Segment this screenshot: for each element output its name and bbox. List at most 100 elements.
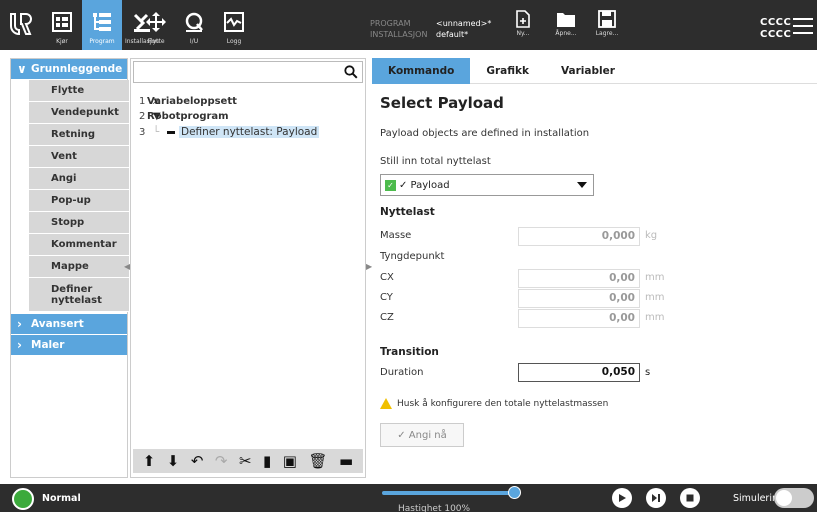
panel-tabs: Kommando Grafikk Variabler [372, 58, 817, 84]
tree-node-set-payload[interactable]: 3 └ Definer nyttelast: Payload [139, 125, 320, 139]
stop-icon [686, 494, 694, 502]
node-move[interactable]: Flytte [29, 80, 129, 102]
cut-icon[interactable]: ✂ [239, 452, 252, 470]
node-set[interactable]: Angi [29, 168, 129, 190]
tree-search-input[interactable] [133, 61, 363, 83]
suppress-icon[interactable]: ▬ [339, 452, 353, 470]
new-file-button[interactable]: Ny... [508, 10, 538, 48]
installation-name: default* [436, 30, 469, 39]
duration-unit: s [645, 367, 651, 378]
node-direction[interactable]: Retning [29, 124, 129, 146]
new-file-icon [516, 10, 530, 28]
run-icon [50, 8, 74, 36]
node-set-payload[interactable]: Definer nyttelast [29, 278, 129, 312]
tab-variables[interactable]: Variabler [545, 58, 631, 84]
cx-field[interactable]: 0,00 [518, 269, 640, 288]
paste-icon[interactable]: ▣ [283, 452, 297, 470]
move-down-icon[interactable]: ⬇ [167, 452, 180, 470]
move-up-icon[interactable]: ⬆ [143, 452, 156, 470]
copy-icon[interactable]: ▮ [263, 452, 271, 470]
command-panel: Kommando Grafikk Variabler Select Payloa… [372, 58, 817, 478]
mass-label: Masse [380, 230, 412, 241]
payload-heading: Nyttelast [380, 206, 435, 218]
delete-icon[interactable]: 🗑 [308, 452, 327, 470]
duration-field[interactable]: 0,050 [518, 363, 640, 382]
mass-field[interactable]: 0,000 [518, 227, 640, 246]
redo-icon[interactable]: ↷ [215, 452, 228, 470]
step-button[interactable] [646, 488, 666, 508]
cy-unit: mm [645, 292, 665, 303]
log-icon [222, 8, 246, 36]
program-key: PROGRAM [370, 19, 411, 28]
program-tree: 1 x Variabeloppsett 2 ▼ Robotprogram 3 └… [130, 58, 366, 478]
tree-toolbar: ⬆ ⬇ ↶ ↷ ✂ ▮ ▣ 🗑 ▬ [133, 449, 363, 473]
payload-node-icon [167, 130, 175, 134]
play-button[interactable] [612, 488, 632, 508]
node-comment[interactable]: Kommentar [29, 234, 129, 256]
nav-io-button[interactable]: I/U [174, 0, 214, 50]
cy-label: CY [380, 292, 393, 303]
toggle-knob [776, 490, 792, 506]
node-wait[interactable]: Vent [29, 146, 129, 168]
speed-slider-knob[interactable] [508, 486, 521, 499]
tab-graphics[interactable]: Grafikk [470, 58, 545, 84]
speed-label: Hastighet 100% [398, 504, 471, 512]
app-window: Kjør Program Installasjon Flytte I/U Log… [0, 0, 817, 512]
payload-select[interactable]: ✓ ✓ Payload [380, 174, 594, 196]
apply-now-button[interactable]: ✓ Angi nå [380, 423, 464, 447]
robot-status: Normal [42, 493, 81, 504]
duration-label: Duration [380, 367, 424, 378]
tab-command[interactable]: Kommando [372, 58, 471, 84]
ur-logo-icon [0, 0, 40, 50]
open-button[interactable]: Åpne... [551, 10, 581, 48]
node-halt[interactable]: Stopp [29, 212, 129, 234]
robot-name: CCCC CCCC [760, 17, 792, 40]
tree-node-variables-setup[interactable]: 1 x Variabeloppsett [139, 94, 237, 108]
cx-unit: mm [645, 272, 665, 283]
power-status-icon[interactable] [12, 488, 34, 510]
installation-key: INSTALLASJON [370, 30, 428, 39]
cy-field[interactable]: 0,00 [518, 289, 640, 308]
cz-unit: mm [645, 312, 665, 323]
cz-field[interactable]: 0,00 [518, 309, 640, 328]
chevron-right-icon: › [17, 338, 22, 352]
nav-run-button[interactable]: Kjør [42, 0, 82, 50]
node-waypoint[interactable]: Vendepunkt [29, 102, 129, 124]
play-icon [619, 494, 626, 502]
save-button[interactable]: Lagre... [592, 10, 622, 48]
tree-connector-icon: └ [153, 126, 160, 138]
top-bar: Kjør Program Installasjon Flytte I/U Log… [0, 0, 817, 50]
category-basic[interactable]: ∨ Grunnleggende [11, 59, 127, 79]
save-icon [598, 10, 616, 28]
chevron-right-icon: › [17, 317, 22, 331]
stop-button[interactable] [680, 488, 700, 508]
payload-warning: Husk å konfigurere den totale nyttelastm… [380, 398, 608, 409]
category-advanced[interactable]: › Avansert [11, 314, 127, 334]
move-icon [144, 8, 168, 36]
cx-label: CX [380, 272, 394, 283]
undo-icon[interactable]: ↶ [191, 452, 204, 470]
node-popup[interactable]: Pop-up [29, 190, 129, 212]
set-total-payload-label: Still inn total nyttelast [380, 156, 491, 167]
transition-heading: Transition [380, 346, 439, 358]
node-folder[interactable]: Mappe [29, 256, 129, 278]
tree-node-robot-program[interactable]: 2 ▼ Robotprogram [139, 109, 229, 123]
payload-select-value: ✓ Payload [399, 179, 450, 191]
warning-icon [380, 398, 392, 409]
cz-label: CZ [380, 312, 394, 323]
page-title: Select Payload [380, 94, 504, 112]
search-icon [344, 65, 358, 79]
simulation-toggle[interactable] [774, 488, 814, 508]
category-templates[interactable]: › Maler [11, 335, 127, 355]
nav-move-button[interactable]: Flytte [136, 0, 176, 50]
nav-log-button[interactable]: Logg [214, 0, 254, 50]
check-icon: ✓ [385, 179, 396, 191]
io-icon [182, 8, 206, 36]
dropdown-arrow-icon [577, 182, 587, 188]
speed-slider[interactable] [382, 491, 514, 495]
nav-program-button[interactable]: Program [82, 0, 122, 50]
hamburger-menu-icon[interactable] [793, 18, 813, 34]
program-node-menu: ∨ Grunnleggende Flytte Vendepunkt Retning… [10, 58, 129, 478]
program-name: <unnamed>* [436, 19, 492, 28]
footer-bar: Normal Hastighet 100% Simulering [0, 484, 817, 512]
